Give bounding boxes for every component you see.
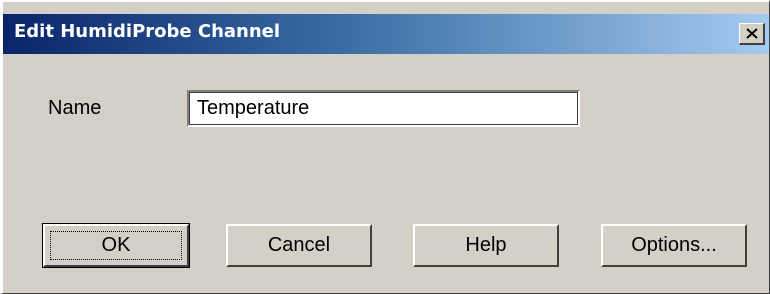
options-button[interactable]: Options...: [601, 224, 747, 267]
close-icon: [745, 28, 758, 39]
cancel-button-label: Cancel: [267, 234, 331, 256]
window-title: Edit HumidiProbe Channel: [14, 21, 281, 42]
name-label: Name: [48, 97, 102, 119]
edit-channel-dialog: Edit HumidiProbe Channel Name OK Cancel …: [0, 0, 770, 294]
help-button-label: Help: [465, 234, 507, 256]
title-bar[interactable]: Edit HumidiProbe Channel: [3, 14, 769, 54]
options-button-label: Options...: [631, 234, 717, 256]
help-button[interactable]: Help: [413, 224, 559, 267]
ok-button[interactable]: OK: [42, 223, 190, 268]
focus-rectangle: [50, 231, 182, 260]
cancel-button[interactable]: Cancel: [226, 224, 372, 267]
close-button[interactable]: [739, 23, 765, 45]
name-input[interactable]: [187, 90, 580, 127]
